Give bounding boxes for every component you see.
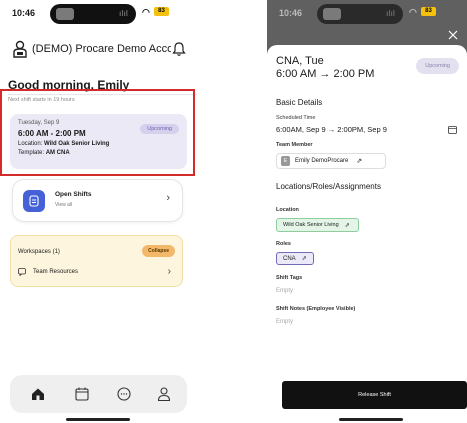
status-bar: 10:46 ılıl ◠ 83 [0,0,197,28]
dynamic-island: ılıl [50,4,136,24]
media-thumbnail [56,8,74,20]
home-screen: 10:46 ılıl ◠ 83 (DEMO) Procare Demo Acco… [0,0,197,423]
team-member-chip[interactable]: E Emily DemoProcare ⇗ [276,153,386,169]
status-badge: Upcoming [416,58,459,74]
wifi-icon: ◠ [142,7,150,17]
calendar-icon[interactable] [74,386,90,402]
team-member-label: Team Member [276,142,313,148]
team-member-name: Emily DemoProcare [295,158,349,164]
status-bar: 10:46 ılıl ◠ 83 [267,0,467,28]
home-indicator [339,418,403,421]
location-value: Wild Oak Senior Living [283,222,339,228]
media-thumbnail [323,8,341,20]
workspaces-card: Workspaces (1) Collapse Team Resources › [10,235,183,287]
chevron-right-icon: › [167,266,171,277]
open-shifts-subtitle: View all [55,202,73,208]
member-initial-avatar: E [281,156,290,166]
roles-label: Roles [276,241,291,247]
location-value: Wild Oak Senior Living [44,141,110,147]
chat-bubble-icon [18,268,26,276]
role-value: CNA [283,255,296,262]
workspaces-title: Workspaces (1) [18,249,60,255]
release-shift-button[interactable]: Release Shift [282,381,467,409]
profile-icon[interactable] [156,386,172,402]
shift-tags-label: Shift Tags [276,275,303,281]
location-label: Location: [18,141,45,147]
account-name: (DEMO) Procare Demo Account [32,43,171,55]
open-shifts-card[interactable]: Open Shifts View all › [12,179,183,222]
dynamic-island: ılıl [317,4,403,24]
status-badge: Upcoming [140,124,179,134]
shift-detail-sheet: CNA, Tue 6:00 AM → 2:00 PM Upcoming Basi… [267,45,467,423]
shift-notes-value: Empty [276,319,294,325]
shift-time-range: 6:00 AM → 2:00 PM [276,68,375,80]
shift-location: Location: Wild Oak Senior Living [18,141,179,147]
external-link-icon: ⇗ [301,256,307,262]
basic-details-title: Basic Details [276,98,323,107]
close-icon[interactable] [448,30,458,40]
tab-bar [10,375,187,413]
shift-header: CNA, Tue 6:00 AM → 2:00 PM [276,55,374,81]
battery-indicator: 83 [421,7,436,16]
role-chip[interactable]: CNA ⇗ [276,252,314,265]
shift-title: CNA, Tue [276,55,324,67]
status-time: 10:46 [12,8,36,18]
chat-icon[interactable] [116,386,132,402]
bell-icon[interactable] [171,41,187,57]
scheduled-time-value: 6:00AM, Sep 9 → 2:00PM, Sep 9 [276,125,387,134]
open-shifts-title: Open Shifts [55,191,92,198]
upcoming-shift-card[interactable]: Tuesday, Sep 9 6:00 AM - 2:00 PM Locatio… [10,114,187,169]
shift-notes-label: Shift Notes (Employee Visible) [276,306,356,312]
shift-detail-screen: 10:46 ılıl ◠ 83 CNA, Tue 6:00 AM → 2:00 … [267,0,467,423]
status-time: 10:46 [279,8,303,18]
chevron-right-icon: › [166,192,170,204]
battery-indicator: 83 [154,7,169,16]
external-link-icon: ⇗ [356,158,363,165]
scheduled-time-label: Scheduled Time [276,115,316,121]
collapse-button[interactable]: Collapse [142,245,175,257]
assignments-title: Locations/Roles/Assignments [276,182,381,191]
account-switcher[interactable]: (DEMO) Procare Demo Account [12,38,187,60]
location-chip[interactable]: Wild Oak Senior Living ⇗ [276,218,359,232]
shift-tags-value: Empty [276,288,294,294]
audio-wave-icon: ılıl [386,9,395,18]
audio-wave-icon: ılıl [119,9,128,18]
home-indicator [66,418,130,421]
template-value: AM CNA [45,150,70,156]
external-link-icon: ⇗ [344,222,350,229]
calendar-icon[interactable] [448,125,457,134]
open-shifts-icon [23,190,45,212]
team-resources-item[interactable]: Team Resources [33,269,78,275]
wifi-icon: ◠ [409,7,417,17]
template-label: Template: [18,150,46,156]
home-icon[interactable] [30,386,46,402]
location-label: Location [276,207,299,213]
user-icon [13,40,27,58]
shift-template: Template: AM CNA [18,150,179,156]
